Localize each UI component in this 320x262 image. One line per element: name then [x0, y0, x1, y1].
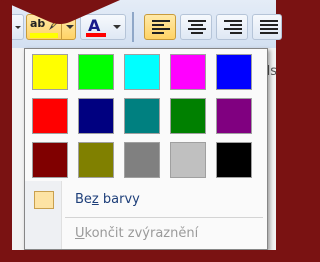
no-color-icon — [34, 191, 54, 209]
stop-highlighting-menu-item: Ukončit zvýraznění — [27, 220, 265, 248]
color-swatch-gray-25[interactable] — [170, 142, 206, 178]
callout-arrow — [0, 0, 120, 24]
window-frame-bottom — [0, 250, 276, 262]
align-justify-button[interactable] — [252, 14, 282, 40]
color-swatch-red[interactable] — [32, 98, 68, 134]
color-swatch-dark-yellow[interactable] — [78, 142, 114, 178]
stop-highlighting-label: Ukončit zvýraznění — [75, 226, 199, 241]
window-frame-left — [0, 0, 12, 262]
align-right-button[interactable] — [216, 14, 248, 40]
no-color-label: Bez barvy — [75, 192, 140, 207]
color-swatch-teal[interactable] — [124, 98, 160, 134]
color-swatch-dark-red[interactable] — [32, 142, 68, 178]
highlight-color-bar — [30, 33, 58, 38]
group-separator — [132, 12, 134, 42]
color-swatch-black[interactable] — [216, 142, 252, 178]
color-swatch-blue[interactable] — [216, 54, 252, 90]
color-swatch-violet[interactable] — [216, 98, 252, 134]
color-swatch-gray-50[interactable] — [124, 142, 160, 178]
menu-separator — [65, 217, 263, 218]
font-color-bar — [86, 33, 106, 37]
color-swatch-bright-green[interactable] — [78, 54, 114, 90]
color-swatch-turquoise[interactable] — [124, 54, 160, 90]
align-center-icon — [188, 20, 206, 36]
highlight-color-menu: Bez barvy Ukončit zvýraznění — [24, 48, 268, 250]
color-swatch-pink[interactable] — [170, 54, 206, 90]
no-color-menu-item[interactable]: Bez barvy — [27, 186, 265, 214]
color-swatch-green[interactable] — [170, 98, 206, 134]
align-justify-icon — [260, 20, 278, 36]
align-right-icon — [224, 20, 242, 36]
align-left-icon — [152, 20, 170, 36]
color-swatch-dark-blue[interactable] — [78, 98, 114, 134]
color-swatch-yellow[interactable] — [32, 54, 68, 90]
align-left-button[interactable] — [144, 14, 176, 40]
align-center-button[interactable] — [180, 14, 212, 40]
